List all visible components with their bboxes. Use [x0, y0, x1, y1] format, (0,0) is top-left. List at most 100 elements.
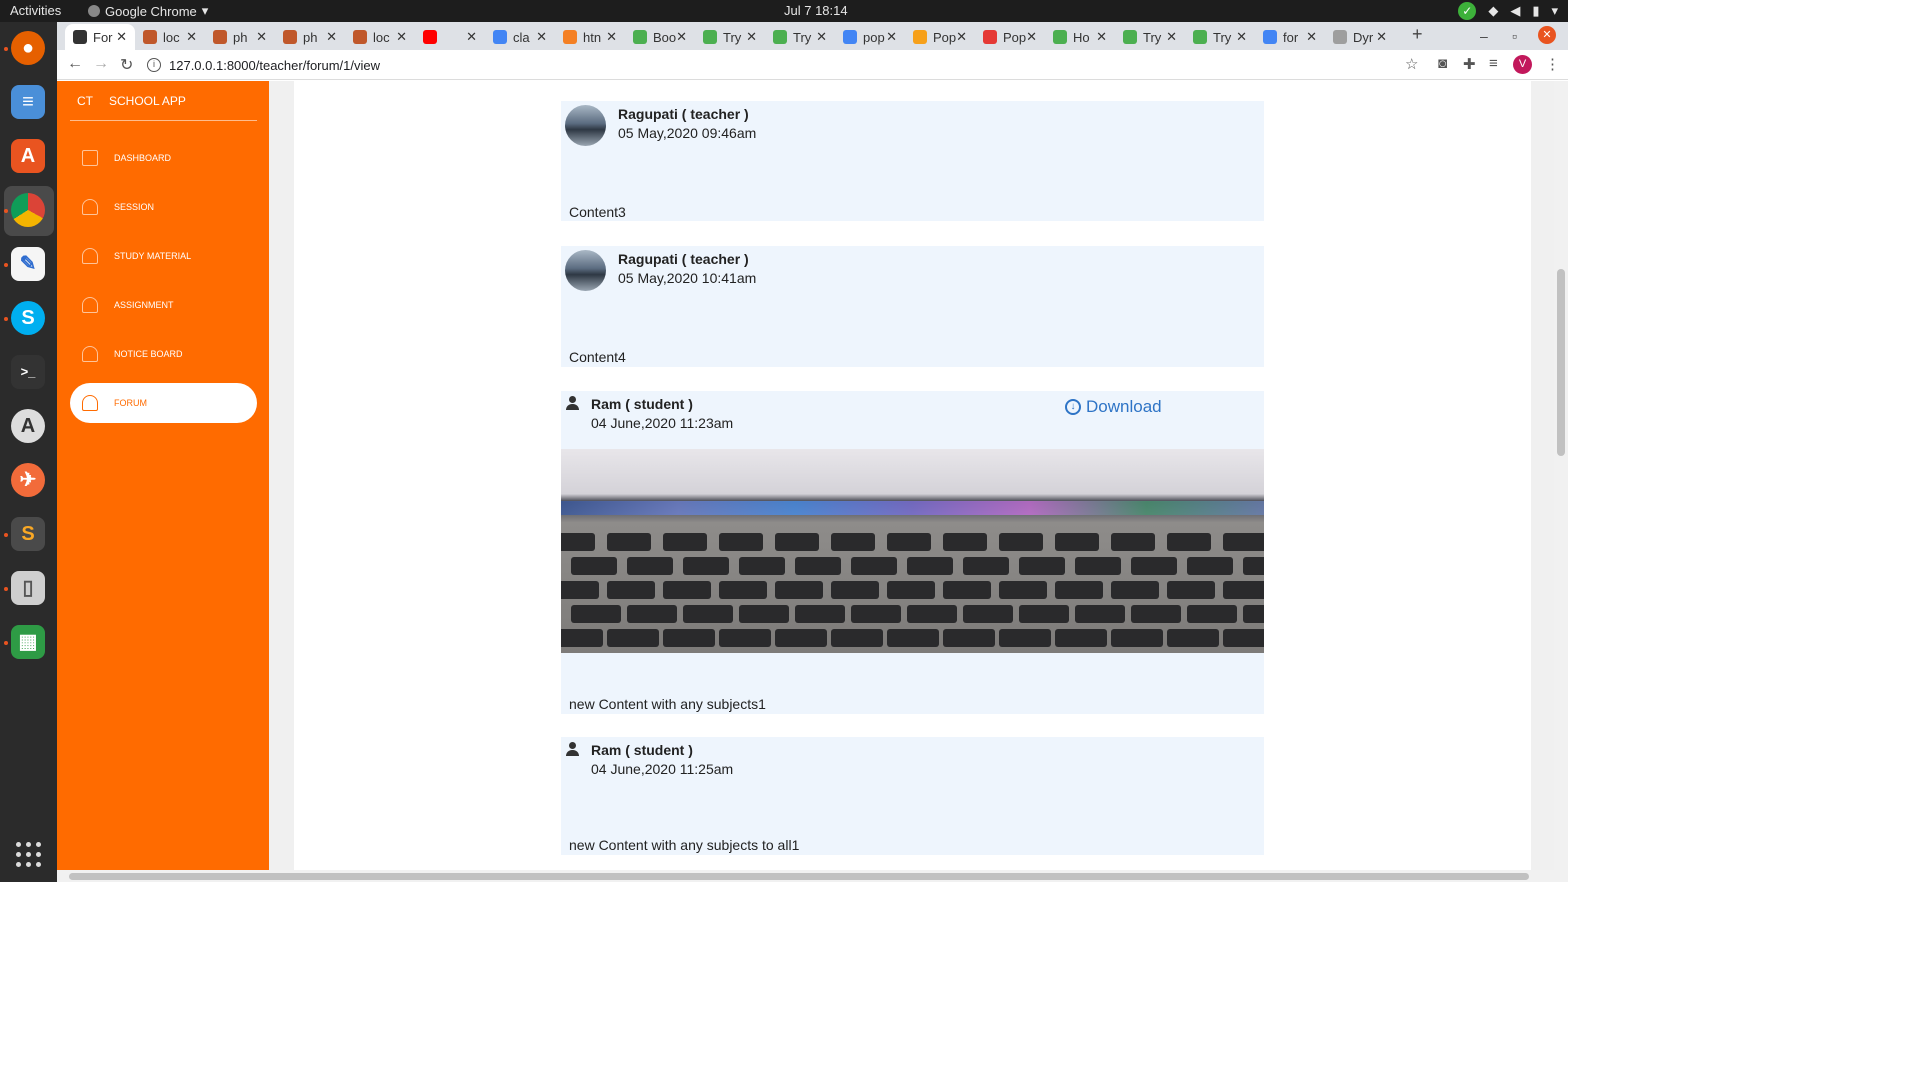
- brand[interactable]: CT SCHOOL APP: [70, 81, 257, 121]
- tab-11[interactable]: pop ✕: [835, 24, 905, 50]
- tab-close-icon[interactable]: ✕: [256, 29, 267, 45]
- reading-list-icon[interactable]: ≡: [1489, 55, 1498, 72]
- tab-close-icon[interactable]: ✕: [1096, 29, 1107, 45]
- postman-icon[interactable]: ✈: [11, 463, 45, 497]
- key: [683, 557, 729, 575]
- key: [719, 629, 771, 647]
- sidebar-item-label: FORUM: [114, 398, 147, 408]
- tab-7[interactable]: htn ✕: [555, 24, 625, 50]
- profile-avatar[interactable]: V: [1513, 55, 1532, 74]
- key: [943, 533, 987, 551]
- key: [1187, 557, 1233, 575]
- skype-icon[interactable]: S: [11, 301, 45, 335]
- scrollbar-thumb[interactable]: [69, 873, 1529, 880]
- sidebar-item-assignment[interactable]: ASSIGNMENT: [70, 285, 257, 325]
- tab-6[interactable]: cla ✕: [485, 24, 555, 50]
- attachment-image[interactable]: [561, 449, 1264, 653]
- spreadsheet-icon[interactable]: ▦: [11, 625, 45, 659]
- key: [943, 629, 995, 647]
- download-link[interactable]: ↓ Download: [1065, 397, 1162, 417]
- back-icon[interactable]: ←: [67, 55, 83, 73]
- address-bar[interactable]: i 127.0.0.1:8000/teacher/forum/1/view: [147, 53, 1447, 77]
- vertical-scrollbar[interactable]: [1554, 81, 1568, 870]
- tab-17[interactable]: for ✕: [1255, 24, 1325, 50]
- tab-0[interactable]: For ✕: [65, 24, 135, 50]
- tab-2[interactable]: ph ✕: [205, 24, 275, 50]
- close-window-button[interactable]: ✕: [1538, 26, 1556, 44]
- volume-icon: ◀: [1510, 3, 1521, 18]
- tab-4[interactable]: loc ✕: [345, 24, 415, 50]
- url-text[interactable]: 127.0.0.1:8000/teacher/forum/1/view: [169, 58, 380, 73]
- tab-18[interactable]: Dyr ✕: [1325, 24, 1395, 50]
- tab-close-icon[interactable]: ✕: [676, 29, 687, 45]
- maximize-icon[interactable]: ▫: [1512, 28, 1517, 44]
- update-check-icon[interactable]: ✓: [1458, 2, 1477, 20]
- tab-12[interactable]: Pop ✕: [905, 24, 975, 50]
- key: [607, 581, 655, 599]
- tab-close-icon[interactable]: ✕: [536, 29, 547, 45]
- minimize-icon[interactable]: –: [1480, 28, 1488, 44]
- show-applications-icon[interactable]: [16, 842, 41, 867]
- text-editor-icon[interactable]: ✎: [11, 247, 45, 281]
- tab-close-icon[interactable]: ✕: [1236, 29, 1247, 45]
- extensions-icon[interactable]: ✚: [1463, 55, 1476, 73]
- sidebar-item-notice-board[interactable]: NOTICE BOARD: [70, 334, 257, 374]
- site-info-icon[interactable]: i: [147, 58, 161, 72]
- tab-close-icon[interactable]: ✕: [186, 29, 197, 45]
- tab-close-icon[interactable]: ✕: [396, 29, 407, 45]
- tab-close-icon[interactable]: ✕: [746, 29, 757, 45]
- key: [1167, 629, 1219, 647]
- sidebar-item-label: STUDY MATERIAL: [114, 251, 192, 261]
- tab-5[interactable]: ✕: [415, 24, 485, 50]
- tab-1[interactable]: loc ✕: [135, 24, 205, 50]
- tab-14[interactable]: Ho ✕: [1045, 24, 1115, 50]
- tab-close-icon[interactable]: ✕: [1376, 29, 1387, 45]
- new-tab-button[interactable]: +: [1412, 24, 1423, 45]
- app-menu[interactable]: Google Chrome ▾: [88, 3, 208, 19]
- activities-button[interactable]: Activities: [10, 3, 61, 18]
- tab-close-icon[interactable]: ✕: [816, 29, 827, 45]
- chrome-icon[interactable]: [11, 193, 45, 227]
- reload-icon[interactable]: ↻: [120, 55, 133, 75]
- system-tray[interactable]: ✓ ◆ ◀ ▮ ▾: [1458, 2, 1558, 20]
- tab-close-icon[interactable]: ✕: [326, 29, 337, 45]
- software-center-icon[interactable]: A: [11, 139, 45, 173]
- tab-close-icon[interactable]: ✕: [886, 29, 897, 45]
- files-icon[interactable]: ≡: [11, 85, 45, 119]
- sidebar-item-dashboard[interactable]: DASHBOARD: [70, 138, 257, 178]
- tab-close-icon[interactable]: ✕: [1166, 29, 1177, 45]
- clock[interactable]: Jul 7 18:14: [784, 3, 848, 18]
- tab-close-icon[interactable]: ✕: [116, 29, 127, 45]
- forum-content: Ragupati ( teacher ) 05 May,2020 09:46am C…: [294, 81, 1531, 870]
- tab-13[interactable]: Pop ✕: [975, 24, 1045, 50]
- horizontal-scrollbar[interactable]: [57, 870, 1568, 882]
- app-store-icon[interactable]: A: [11, 409, 45, 443]
- tab-close-icon[interactable]: ✕: [1026, 29, 1037, 45]
- forward-icon[interactable]: →: [93, 55, 109, 73]
- terminal-icon[interactable]: >_: [11, 355, 45, 389]
- sidebar-item-study-material[interactable]: STUDY MATERIAL: [70, 236, 257, 276]
- bookmark-star-icon[interactable]: ☆: [1405, 55, 1418, 73]
- sidebar-item-forum[interactable]: FORUM: [70, 383, 257, 423]
- archive-manager-icon[interactable]: ▯: [11, 571, 45, 605]
- tab-3[interactable]: ph ✕: [275, 24, 345, 50]
- tab-10[interactable]: Try ✕: [765, 24, 835, 50]
- tab-8[interactable]: Boo ✕: [625, 24, 695, 50]
- running-indicator: [4, 263, 8, 267]
- tab-close-icon[interactable]: ✕: [606, 29, 617, 45]
- tab-close-icon[interactable]: ✕: [466, 29, 477, 45]
- w3schools-icon: [703, 30, 717, 44]
- key: [795, 605, 845, 623]
- sidebar-item-session[interactable]: SESSION: [70, 187, 257, 227]
- tab-16[interactable]: Try ✕: [1185, 24, 1255, 50]
- tab-close-icon[interactable]: ✕: [1306, 29, 1317, 45]
- firefox-icon[interactable]: ●: [11, 31, 45, 65]
- sublime-text-icon[interactable]: S: [11, 517, 45, 551]
- system-top-bar: Activities Google Chrome ▾ Jul 7 18:14 ✓…: [0, 0, 1568, 22]
- tab-15[interactable]: Try ✕: [1115, 24, 1185, 50]
- tab-9[interactable]: Try ✕: [695, 24, 765, 50]
- scrollbar-thumb[interactable]: [1557, 269, 1565, 456]
- camera-icon[interactable]: ◙: [1438, 55, 1447, 72]
- menu-kebab-icon[interactable]: ⋮: [1545, 55, 1560, 73]
- tab-close-icon[interactable]: ✕: [956, 29, 967, 45]
